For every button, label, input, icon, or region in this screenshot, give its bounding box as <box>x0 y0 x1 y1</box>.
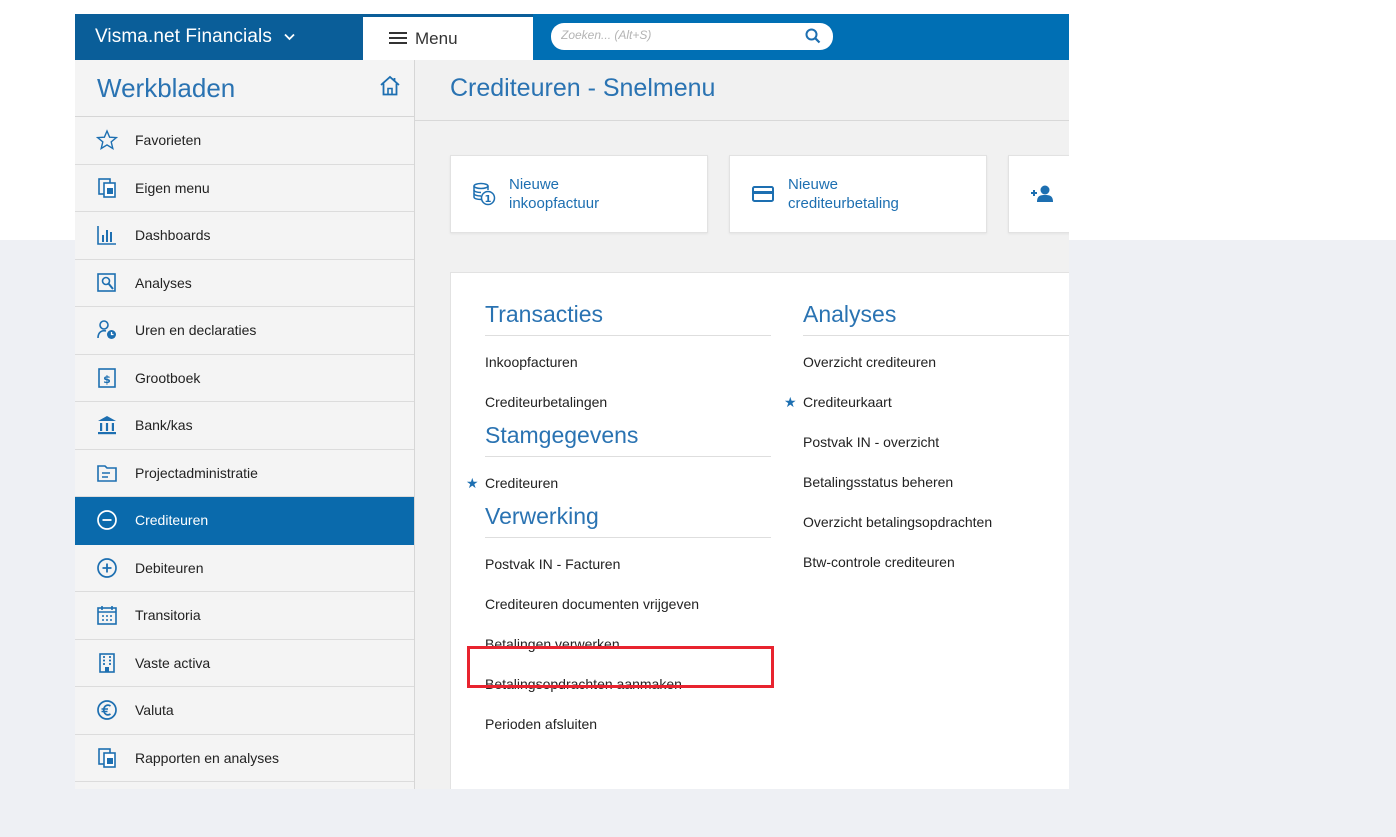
tile-label: Nieuwe inkoopfactuur <box>509 176 600 212</box>
sidebar-header: Werkbladen <box>75 60 414 117</box>
section-title-verwerking: Verwerking <box>485 503 771 538</box>
section-title-analyses: Analyses <box>803 301 1069 336</box>
sidebar-item-vaste-activa[interactable]: Vaste activa <box>75 640 414 687</box>
brand-switcher[interactable]: Visma.net Financials <box>75 14 363 60</box>
minus-circle-icon <box>95 508 119 532</box>
highlight-box <box>467 646 774 688</box>
sidebar-item-bank-kas[interactable]: Bank/kas <box>75 402 414 450</box>
sidebar-item-label: Debiteuren <box>135 559 204 576</box>
sidebar-item-label: Eigen menu <box>135 179 210 196</box>
sidebar-item-rapporten-en-analyses[interactable]: Rapporten en analyses <box>75 735 414 782</box>
brand-label: Visma.net Financials <box>95 26 272 47</box>
link-crediteurkaart[interactable]: ★ Crediteurkaart <box>784 382 1069 422</box>
link-betalingsstatus-beheren[interactable]: Betalingsstatus beheren <box>803 462 1069 502</box>
card-icon <box>750 181 776 207</box>
sidebar-item-dashboards[interactable]: Dashboards <box>75 212 414 260</box>
sidebar-item-label: Bank/kas <box>135 417 193 434</box>
plus-circle-icon <box>95 556 119 580</box>
folder-icon <box>95 461 119 485</box>
sidebar-item-label: Favorieten <box>135 132 202 149</box>
link-crediteurbetalingen[interactable]: Crediteurbetalingen <box>485 382 771 422</box>
sidebar-item-label: Crediteuren <box>135 512 209 529</box>
tile-nieuwe-inkoopfactuur[interactable]: 1 Nieuwe inkoopfactuur <box>450 155 708 233</box>
menu-button[interactable]: Menu <box>363 14 533 60</box>
sidebar-title: Werkbladen <box>97 72 236 103</box>
section-title-stamgegevens: Stamgegevens <box>485 422 771 457</box>
link-postvak-in-facturen[interactable]: Postvak IN - Facturen <box>485 544 771 584</box>
sidebar-item-debiteuren[interactable]: Debiteuren <box>75 545 414 592</box>
sidebar-item-favorieten[interactable]: Favorieten <box>75 117 414 165</box>
analysis-icon <box>95 271 119 295</box>
building-icon <box>95 651 119 675</box>
sidebar-item-label: Analyses <box>135 274 192 291</box>
person-clock-icon <box>95 318 119 342</box>
link-crediteuren-documenten-vrijgeven[interactable]: Crediteuren documenten vrijgeven <box>485 584 771 624</box>
coins-icon: 1 <box>471 181 497 207</box>
ledger-icon: $ <box>95 366 119 390</box>
star-icon <box>95 128 119 152</box>
link-overzicht-crediteuren[interactable]: Overzicht crediteuren <box>803 342 1069 382</box>
section-title-transacties: Transacties <box>485 301 771 336</box>
sidebar-item-label: Projectadministratie <box>135 464 258 481</box>
link-btw-controle-crediteuren[interactable]: Btw-controle crediteuren <box>803 542 1069 582</box>
sidebar-item-transitoria[interactable]: Transitoria <box>75 592 414 640</box>
svg-text:1: 1 <box>485 194 492 205</box>
link-inkoopfacturen[interactable]: Inkoopfacturen <box>485 342 771 382</box>
quick-menu-panel: Transacties Inkoopfacturen Crediteurbeta… <box>450 272 1069 789</box>
sidebar-item-projectadministratie[interactable]: Projectadministratie <box>75 450 414 497</box>
tile-add-person[interactable] <box>1008 155 1069 233</box>
sidebar-item-uren-en-declaraties[interactable]: Uren en declaraties <box>75 307 414 355</box>
sidebar-item-label: Uren en declaraties <box>135 322 257 339</box>
sidebar-item-eigen-menu[interactable]: Eigen menu <box>75 165 414 212</box>
link-postvak-in-overzicht[interactable]: Postvak IN - overzicht <box>803 422 1069 462</box>
bar-chart-icon <box>95 223 119 247</box>
sidebar-item-valuta[interactable]: Valuta <box>75 687 414 735</box>
tile-nieuwe-crediteurbetaling[interactable]: Nieuwe crediteurbetaling <box>729 155 987 233</box>
sidebar-item-label: Grootboek <box>135 369 201 386</box>
search-input[interactable] <box>561 28 791 42</box>
sidebar-item-label: Rapporten en analyses <box>135 749 279 766</box>
svg-text:$: $ <box>103 373 111 386</box>
sidebar-item-label: Valuta <box>135 702 174 719</box>
page-title: Crediteuren - Snelmenu <box>450 74 716 102</box>
sidebar: Werkbladen Favorieten Eigen menu Dashboa… <box>75 60 415 789</box>
link-label: Crediteuren <box>485 475 559 491</box>
document-icon <box>95 176 119 200</box>
sidebar-item-grootboek[interactable]: $ Grootboek <box>75 355 414 402</box>
divider <box>415 120 1069 121</box>
search-icon[interactable] <box>805 28 821 44</box>
link-label: Crediteurkaart <box>803 394 892 410</box>
sidebar-item-label: Dashboards <box>135 227 211 244</box>
euro-icon <box>95 698 119 722</box>
sidebar-item-label: Vaste activa <box>135 654 211 671</box>
column-right: Analyses Overzicht crediteuren ★ Credite… <box>784 273 1069 582</box>
bank-icon <box>95 413 119 437</box>
sidebar-item-label: Transitoria <box>135 607 201 624</box>
favorite-star-icon[interactable]: ★ <box>784 394 797 411</box>
sidebar-item-crediteuren[interactable]: Crediteuren <box>75 497 414 545</box>
report-icon <box>95 746 119 770</box>
favorite-star-icon[interactable]: ★ <box>466 475 479 492</box>
hamburger-icon <box>389 28 407 49</box>
search-box <box>551 23 833 50</box>
sidebar-item-analyses[interactable]: Analyses <box>75 260 414 307</box>
calendar-icon <box>95 603 119 627</box>
link-perioden-afsluiten[interactable]: Perioden afsluiten <box>485 704 771 744</box>
search-area <box>533 14 1069 60</box>
add-person-icon <box>1029 181 1055 207</box>
link-crediteuren[interactable]: ★ Crediteuren <box>466 463 771 503</box>
app-window: Visma.net Financials Menu Werkbladen <box>75 14 1069 789</box>
home-icon[interactable] <box>378 74 402 98</box>
menu-label: Menu <box>415 28 458 48</box>
tile-label: Nieuwe crediteurbetaling <box>788 176 899 212</box>
main-content: Crediteuren - Snelmenu 1 Nieuwe inkoopfa… <box>415 60 1069 789</box>
link-overzicht-betalingsopdrachten[interactable]: Overzicht betalingsopdrachten <box>803 502 1069 542</box>
chevron-down-icon <box>284 30 295 44</box>
top-bar: Visma.net Financials Menu <box>75 14 1069 60</box>
